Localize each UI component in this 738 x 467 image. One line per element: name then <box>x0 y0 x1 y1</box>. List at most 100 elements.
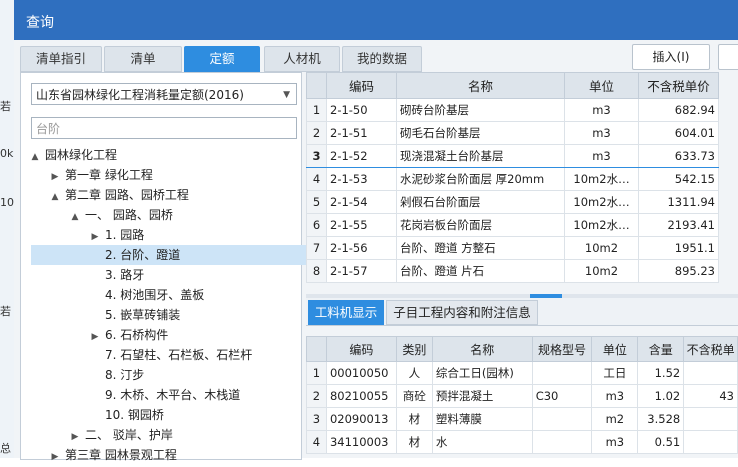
cell-price: 604.01 <box>638 121 719 145</box>
bg-text: 若 <box>0 305 11 318</box>
cell-unit: m3 <box>591 430 639 454</box>
cell-code: 2-1-55 <box>326 213 397 237</box>
tab-bill-guide[interactable]: 清单指引 <box>20 46 102 72</box>
tree-node[interactable]: ▶ 二、 驳岸、护岸 <box>21 425 349 445</box>
tree-node-label: 7. 石望柱、石栏板、石栏杆 <box>105 348 253 362</box>
expanded-arrow-icon[interactable]: ▲ <box>29 147 41 167</box>
cell-price <box>683 361 738 385</box>
cell-n: 2 <box>306 384 327 408</box>
cell-unit: 10m2 <box>564 259 639 283</box>
cell-name: 砌毛石台阶基层 <box>396 121 565 145</box>
tree-node-label: 二、 驳岸、护岸 <box>85 428 173 442</box>
tree-node[interactable]: ▶ 第三章 园林景观工程 <box>21 445 329 465</box>
cell-n: 2 <box>306 121 327 145</box>
collapsed-arrow-icon[interactable]: ▶ <box>49 167 61 187</box>
column-header-category[interactable]: 类别 <box>395 336 433 362</box>
cell-code: 2-1-52 <box>326 144 397 168</box>
dialog-titlebar[interactable]: 查询 <box>14 0 738 40</box>
insert-button[interactable]: 插入(I) <box>632 44 710 70</box>
bg-text: 0k <box>0 147 14 160</box>
cell-price: 682.94 <box>638 98 719 122</box>
tab-work-content[interactable]: 子目工程内容和附注信息 <box>386 300 538 325</box>
column-header-price[interactable]: 不含税单 <box>683 336 738 362</box>
bg-text: 若 <box>0 100 11 113</box>
table-row[interactable]: 7 2-1-56 台阶、蹬道 方整石 10m2 1951.1 <box>306 236 719 260</box>
tree-node-label: 5. 嵌草砖铺装 <box>105 308 181 322</box>
column-header-unit[interactable]: 单位 <box>564 72 639 99</box>
tree-node-label: 2. 台阶、蹬道 <box>105 248 181 262</box>
cell-n: 1 <box>306 361 327 385</box>
cell-n: 1 <box>306 98 327 122</box>
table-row[interactable]: 1 2-1-50 砌砖台阶基层 m3 682.94 <box>306 98 719 122</box>
expanded-arrow-icon[interactable]: ▲ <box>69 207 81 227</box>
column-header-name[interactable]: 名称 <box>396 72 565 99</box>
cell-name: 砌砖台阶基层 <box>396 98 565 122</box>
resource-table: 编码 类别 名称 规格型号 单位 含量 不含税单 1 00010050 人综合工日(… <box>306 336 738 454</box>
bg-text: 10 <box>0 196 14 209</box>
cell-code: 2-1-57 <box>326 259 397 283</box>
cell-qty: 1.02 <box>637 384 685 408</box>
cell-code: 80210055 <box>325 384 397 408</box>
table-row[interactable]: 4 2-1-53 水泥砂浆台阶面层 厚20mm 10m2水… 542.15 <box>306 167 719 191</box>
table-row[interactable]: 2 80210055 商砼 预拌混凝土 C30 m3 1.02 43 <box>306 384 738 408</box>
cell-name: 水 <box>431 430 533 454</box>
cell-name: 预拌混凝土 <box>431 384 533 408</box>
tree-node[interactable]: ▶ 第一章 绿化工程 <box>21 165 329 185</box>
tree-node-label: 9. 木桥、木平台、木栈道 <box>105 388 241 402</box>
tree-node-label: 10. 钢园桥 <box>105 408 164 422</box>
chevron-down-icon[interactable]: ▼ <box>283 84 290 106</box>
tree-node[interactable]: ▲ 第二章 园路、园桥工程 <box>21 185 329 205</box>
column-header-unit[interactable]: 单位 <box>591 336 639 362</box>
cell-unit: 10m2水… <box>564 213 639 237</box>
cell-code: 02090013 <box>325 407 397 431</box>
expanded-arrow-icon[interactable]: ▲ <box>49 187 61 207</box>
search-input[interactable]: 台阶 <box>31 117 297 139</box>
tab-resources[interactable]: 工料机显示 <box>308 300 384 325</box>
tab-labor-material[interactable]: 人材机 <box>264 46 340 72</box>
cell-unit: 10m2水… <box>564 190 639 214</box>
background-window-edge: 若 0k 10 若 总 <box>0 0 15 458</box>
column-header-price[interactable]: 不含税单价 <box>638 72 719 99</box>
table-row[interactable]: 3 2-1-52 现浇混凝土台阶基层 m3 633.73 <box>306 144 719 168</box>
collapsed-arrow-icon[interactable]: ▶ <box>89 327 101 347</box>
tree-node-label: 一、 园路、园桥 <box>85 208 173 222</box>
cell-code: 2-1-54 <box>326 190 397 214</box>
cell-unit: m3 <box>564 121 639 145</box>
tree-node-label: 第一章 绿化工程 <box>65 168 153 182</box>
cell-n: 6 <box>306 213 327 237</box>
tab-quota[interactable]: 定额 <box>184 46 260 72</box>
cell-n: 4 <box>306 430 327 454</box>
column-header-name[interactable]: 名称 <box>431 336 533 362</box>
cell-code: 2-1-53 <box>326 167 397 191</box>
tree-node-label: 8. 汀步 <box>105 368 145 382</box>
table-row[interactable]: 4 34110003 材水 m3 0.51 <box>306 430 738 454</box>
cell-unit: m3 <box>564 144 639 168</box>
table-row[interactable]: 3 02090013 材塑料薄膜 m2 3.528 <box>306 407 738 431</box>
tree-node[interactable]: ▲ 园林绿化工程 <box>21 145 309 165</box>
tab-my-data[interactable]: 我的数据 <box>342 46 422 72</box>
collapsed-arrow-icon[interactable]: ▶ <box>89 227 101 247</box>
table-row[interactable]: 6 2-1-55 花岗岩板台阶面层 10m2水… 2193.41 <box>306 213 719 237</box>
tab-bill[interactable]: 清单 <box>104 46 182 72</box>
column-header-code[interactable]: 编码 <box>326 72 397 99</box>
quota-library-value: 山东省园林绿化工程消耗量定额(2016) <box>36 88 244 102</box>
cell-name: 剁假石台阶面层 <box>396 190 565 214</box>
table-row[interactable]: 2 2-1-51 砌毛石台阶基层 m3 604.01 <box>306 121 719 145</box>
quota-library-select[interactable]: 山东省园林绿化工程消耗量定额(2016) ▼ <box>31 83 297 105</box>
table-row[interactable]: 1 00010050 人综合工日(园林) 工日 1.52 <box>306 361 738 385</box>
tree-node[interactable]: ▲ 一、 园路、园桥 <box>21 205 349 225</box>
table-row[interactable]: 5 2-1-54 剁假石台阶面层 10m2水… 1311.94 <box>306 190 719 214</box>
cell-code: 34110003 <box>325 430 397 454</box>
replace-button[interactable] <box>718 44 738 70</box>
collapsed-arrow-icon[interactable]: ▶ <box>49 447 61 467</box>
quota-table: 编码 名称 单位 不含税单价 1 2-1-50 砌砖台阶基层 m3 682.94 2 2-1… <box>306 72 719 283</box>
column-header-code[interactable]: 编码 <box>325 336 397 362</box>
column-header-quantity[interactable]: 含量 <box>637 336 685 362</box>
cell-cat: 人 <box>395 361 433 385</box>
column-header-spec[interactable]: 规格型号 <box>531 336 593 362</box>
collapsed-arrow-icon[interactable]: ▶ <box>69 427 81 447</box>
tree-node-label: 4. 树池围牙、盖板 <box>105 288 205 302</box>
cell-price: 1951.1 <box>638 236 719 260</box>
table-row[interactable]: 8 2-1-57 台阶、蹬道 片石 10m2 895.23 <box>306 259 719 283</box>
cell-cat: 材 <box>395 407 433 431</box>
